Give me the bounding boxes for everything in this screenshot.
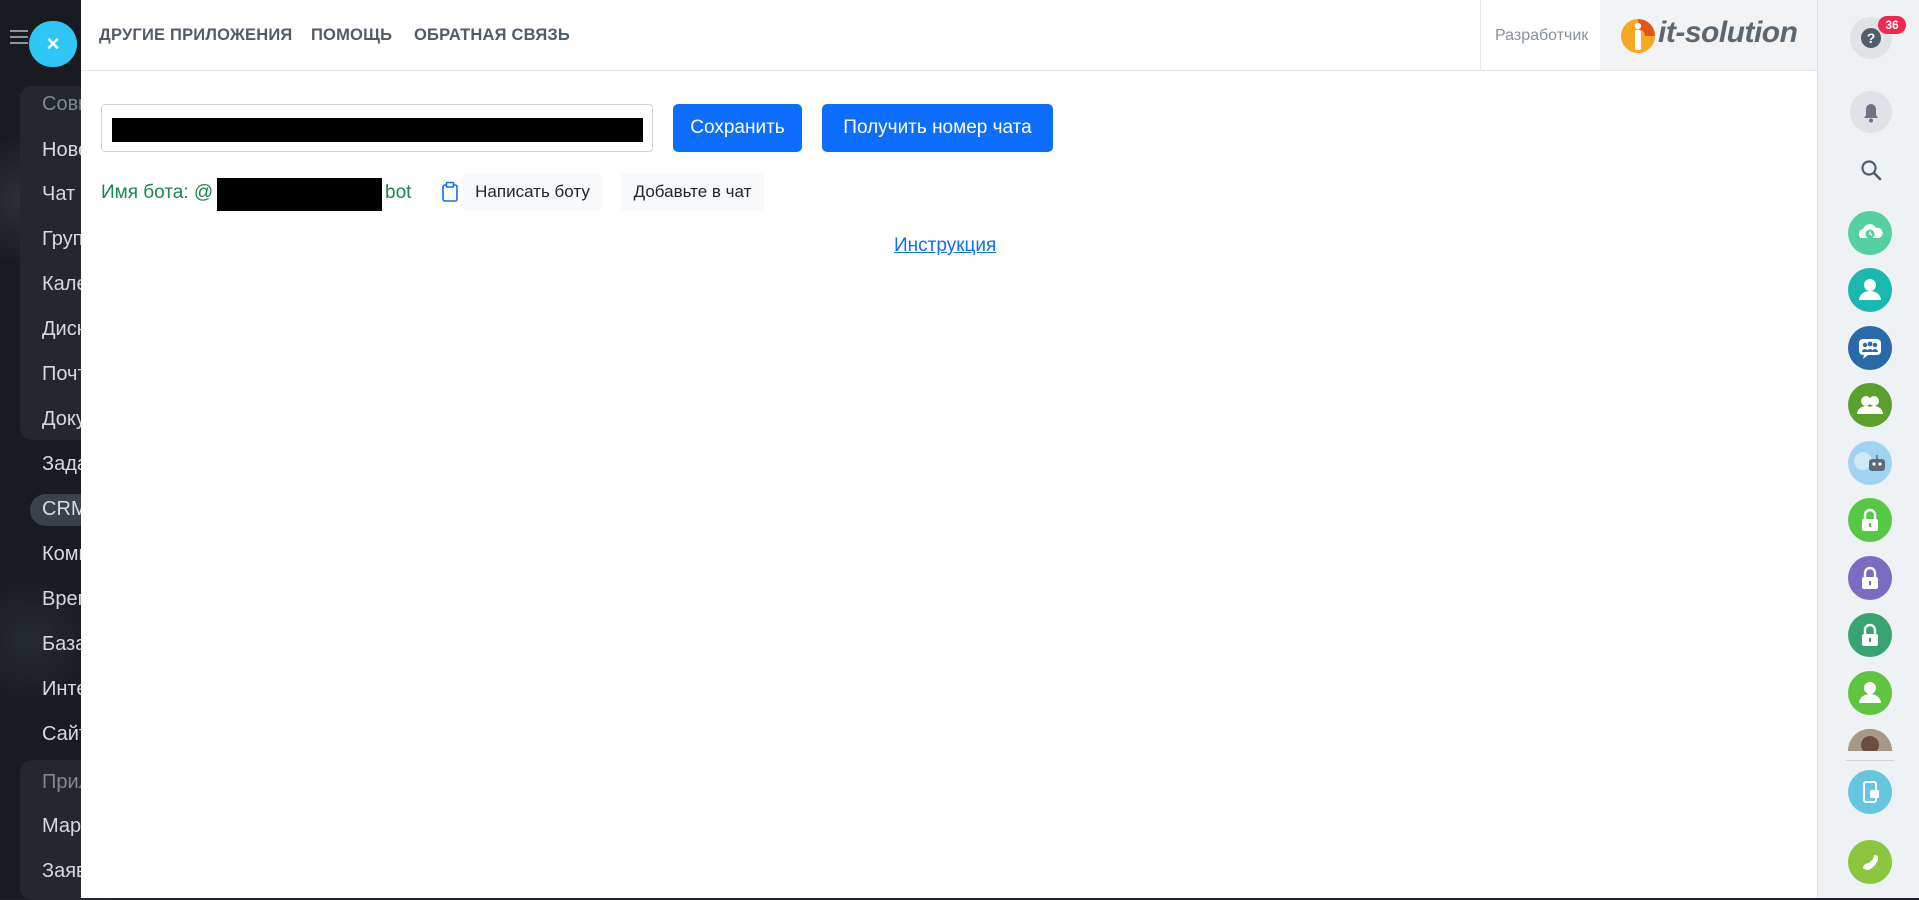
bell-icon: [1864, 104, 1878, 123]
app-slider-panel: ДРУГИЕ ПРИЛОЖЕНИЯ ПОМОЩЬ ОБРАТНАЯ СВЯЗЬ …: [81, 0, 1817, 898]
sidebar-item-market[interactable]: Мар: [42, 815, 81, 838]
bot-token-input[interactable]: [101, 104, 653, 152]
logo-text: it-solution: [1658, 16, 1798, 49]
nav-feedback[interactable]: ОБРАТНАЯ СВЯЗЬ: [414, 26, 570, 45]
close-slider-button[interactable]: ×: [29, 21, 77, 67]
developer-block[interactable]: Разработчик: [1480, 0, 1599, 70]
contact-button[interactable]: [1848, 268, 1892, 312]
lock-icon: [1862, 623, 1878, 646]
app-top-bar: ДРУГИЕ ПРИЛОЖЕНИЯ ПОМОЩЬ ОБРАТНАЯ СВЯЗЬ …: [81, 0, 1817, 71]
sidebar-item-chat[interactable]: Чат: [42, 183, 75, 206]
developer-label: Разработчик: [1495, 27, 1589, 44]
save-button[interactable]: Сохранить: [673, 104, 802, 152]
sidebar-item-documents[interactable]: Доку: [42, 408, 86, 431]
notifications-button[interactable]: [1850, 91, 1892, 133]
phone-icon: [1863, 855, 1878, 870]
call-button[interactable]: [1848, 840, 1892, 884]
add-to-chat-button[interactable]: Добавьте в чат: [621, 173, 764, 211]
search-icon: [1861, 160, 1882, 181]
sidebar-item-disk[interactable]: Диск: [42, 318, 85, 341]
right-rail: ? 36: [1817, 0, 1919, 898]
cloud-clock-icon: [1858, 224, 1883, 239]
search-button[interactable]: [1850, 149, 1892, 191]
robot-icon: [1854, 452, 1885, 471]
menu-burger-icon[interactable]: [10, 30, 28, 44]
contact-button[interactable]: [1848, 671, 1892, 715]
users-icon: [1857, 396, 1883, 414]
redacted-token: [112, 118, 643, 142]
sidebar-item-groups[interactable]: Груп: [42, 228, 83, 251]
get-chat-number-button[interactable]: Получить номер чата: [822, 104, 1053, 152]
sidebar-item-knowledge[interactable]: База: [42, 633, 86, 656]
lock-icon: [1862, 566, 1878, 589]
sidebar-item-requests[interactable]: Заяв: [42, 860, 87, 883]
close-icon: ×: [46, 31, 60, 56]
notification-badge: 36: [1878, 16, 1906, 34]
user-photo: [1848, 729, 1892, 751]
lock-button[interactable]: [1848, 498, 1892, 542]
instruction-link[interactable]: Инструкция: [894, 235, 996, 257]
nav-other-apps[interactable]: ДРУГИЕ ПРИЛОЖЕНИЯ: [99, 26, 292, 45]
it-solution-logo-icon: [1621, 19, 1655, 53]
sidebar-item-mail[interactable]: Почт: [42, 363, 87, 386]
clipboard-icon[interactable]: [441, 181, 459, 203]
rail-divider: [1846, 760, 1894, 761]
write-bot-button[interactable]: Написать боту: [463, 173, 602, 211]
redacted-bot-name: [217, 178, 382, 211]
avatar[interactable]: [1848, 729, 1892, 751]
developer-logo[interactable]: it-solution: [1600, 0, 1817, 70]
group-chat-button[interactable]: [1848, 326, 1892, 370]
lock-button[interactable]: [1848, 613, 1892, 657]
bot-name-label: Имя бота: @: [101, 182, 214, 203]
svg-text:?: ?: [1867, 30, 1876, 46]
user-icon: [1859, 682, 1881, 703]
users-button[interactable]: [1848, 383, 1892, 427]
group-chat-icon: [1859, 339, 1881, 359]
cloud-clock-button[interactable]: [1848, 211, 1892, 255]
bot-button[interactable]: [1848, 441, 1892, 485]
bot-name-suffix: bot: [385, 182, 412, 203]
user-icon: [1859, 279, 1881, 300]
phone-screen-button[interactable]: [1848, 770, 1892, 814]
phone-screen-icon: [1863, 781, 1879, 803]
lock-icon: [1862, 508, 1878, 531]
lock-button[interactable]: [1848, 556, 1892, 600]
nav-help[interactable]: ПОМОЩЬ: [311, 26, 392, 45]
